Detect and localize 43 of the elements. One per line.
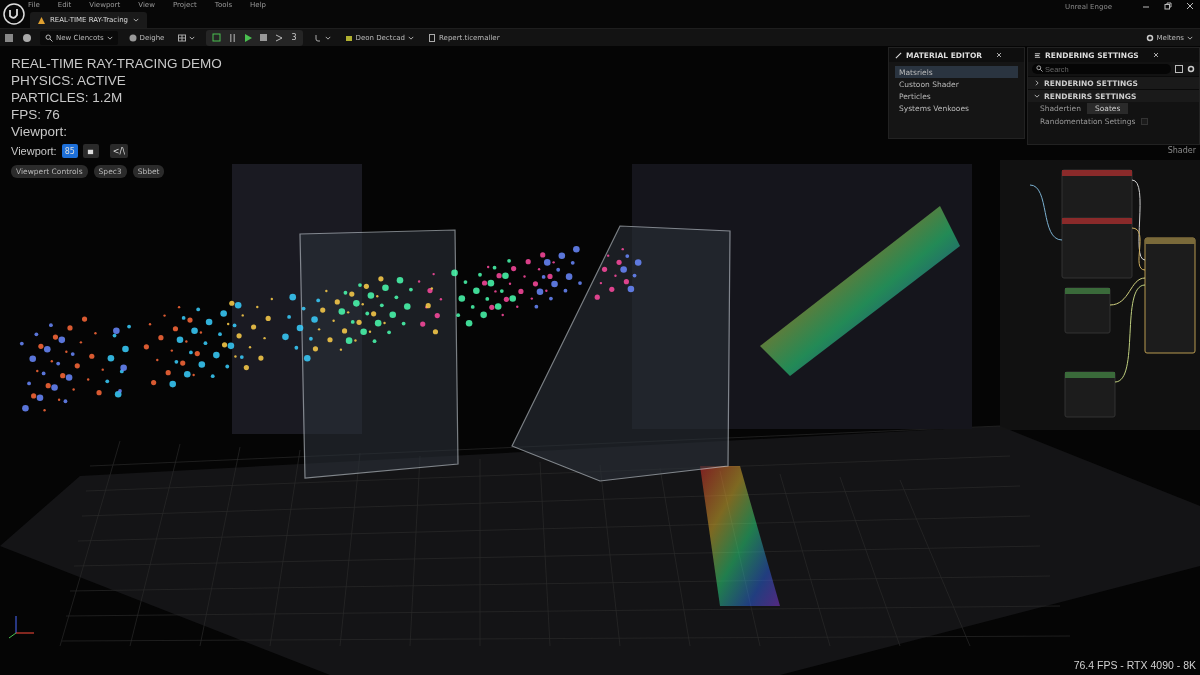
hud-text: Viewport:	[11, 124, 69, 140]
caret-icon	[1187, 34, 1193, 41]
graph-node[interactable]	[1144, 237, 1196, 354]
caret-icon	[408, 34, 415, 41]
hud-text: PHYSICS: ACTIVE	[11, 73, 127, 89]
build-icon[interactable]	[212, 33, 222, 42]
close-icon[interactable]	[996, 52, 1003, 58]
logo-icon	[3, 3, 25, 25]
property-checkbox[interactable]	[1141, 118, 1149, 125]
hud-text: PARTICLES: 1.2M	[11, 90, 124, 106]
pause-icon[interactable]	[229, 33, 237, 42]
play-icon[interactable]	[244, 33, 253, 42]
search-icon	[45, 33, 53, 42]
document-icon	[428, 33, 437, 42]
hud-text: FPS: 76	[11, 107, 61, 123]
restore-icon[interactable]	[1164, 2, 1172, 10]
hud-text: REAL-TIME RAY-TRACING DEMO	[11, 56, 222, 72]
close-icon[interactable]	[1152, 52, 1159, 58]
expanded-caret-icon	[1034, 93, 1040, 99]
pencil-icon	[895, 51, 902, 59]
grid-icon	[178, 33, 187, 42]
caret-icon	[324, 34, 331, 41]
caret-icon	[133, 17, 139, 23]
status-text: 76.4 FPS - RTX 4090 - 8K	[1073, 659, 1196, 671]
settings-icon	[1145, 33, 1154, 42]
settings-icon[interactable]	[1187, 65, 1195, 73]
viewport-label: Viewport:	[11, 145, 57, 157]
graph-wire	[1029, 184, 1063, 241]
hook-icon	[313, 33, 322, 42]
close-icon[interactable]	[1186, 2, 1194, 10]
collapsed-caret-icon	[1034, 80, 1040, 86]
graph-node[interactable]	[1061, 217, 1133, 279]
search-icon	[1036, 65, 1043, 72]
caret-icon	[106, 34, 113, 41]
stop-icon[interactable]	[260, 34, 268, 41]
caret-icon	[189, 34, 196, 41]
graph-node[interactable]	[1064, 287, 1111, 334]
graph-label: Shader	[1167, 146, 1196, 155]
warning-icon	[38, 16, 45, 24]
graph-node[interactable]	[1064, 371, 1116, 418]
list-icon	[1034, 51, 1041, 59]
play-counter: 3	[291, 33, 297, 42]
step-icon[interactable]	[275, 33, 284, 42]
